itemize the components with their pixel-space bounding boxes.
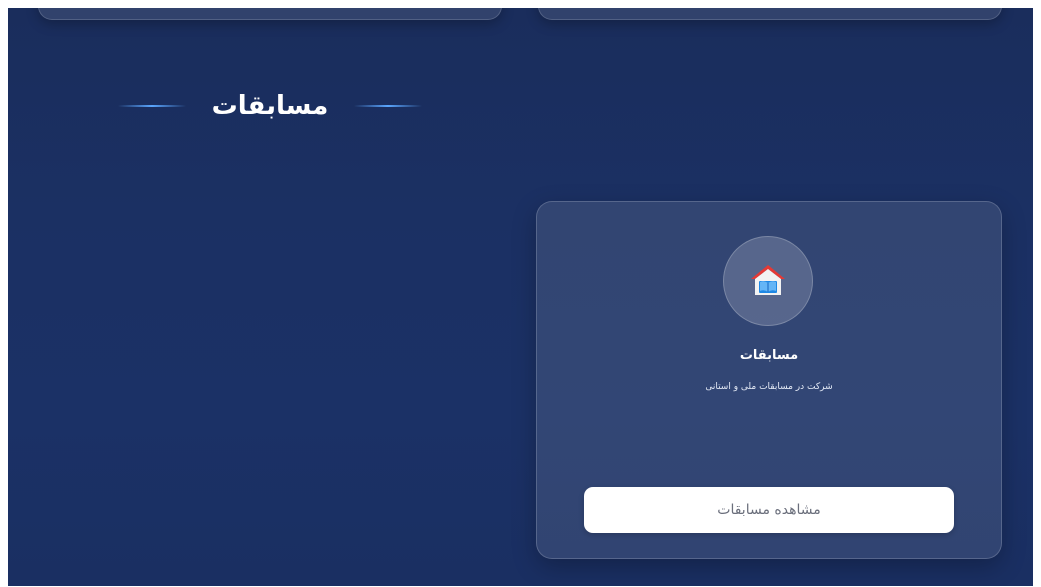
card-title: مسابقات (739, 348, 799, 363)
card-description: شرکت در مسابقات ملی و استانی (705, 382, 833, 392)
previous-card-left (38, 8, 502, 20)
competitions-card: مسابقات شرکت در مسابقات ملی و استانی مشا… (536, 201, 1002, 559)
view-competitions-button[interactable]: مشاهده مسابقات (584, 487, 954, 533)
previous-card-right (538, 8, 1002, 20)
section-title: مسابقات (211, 91, 329, 121)
section-heading: مسابقات (108, 86, 432, 126)
school-house-icon (751, 265, 785, 295)
page-background: مسابقات مسابقات شرکت در مسابقات ملی و اس… (8, 8, 1033, 586)
heading-decorative-line-right (354, 105, 423, 107)
heading-decorative-line-left (117, 105, 186, 107)
card-icon-circle (723, 236, 813, 326)
